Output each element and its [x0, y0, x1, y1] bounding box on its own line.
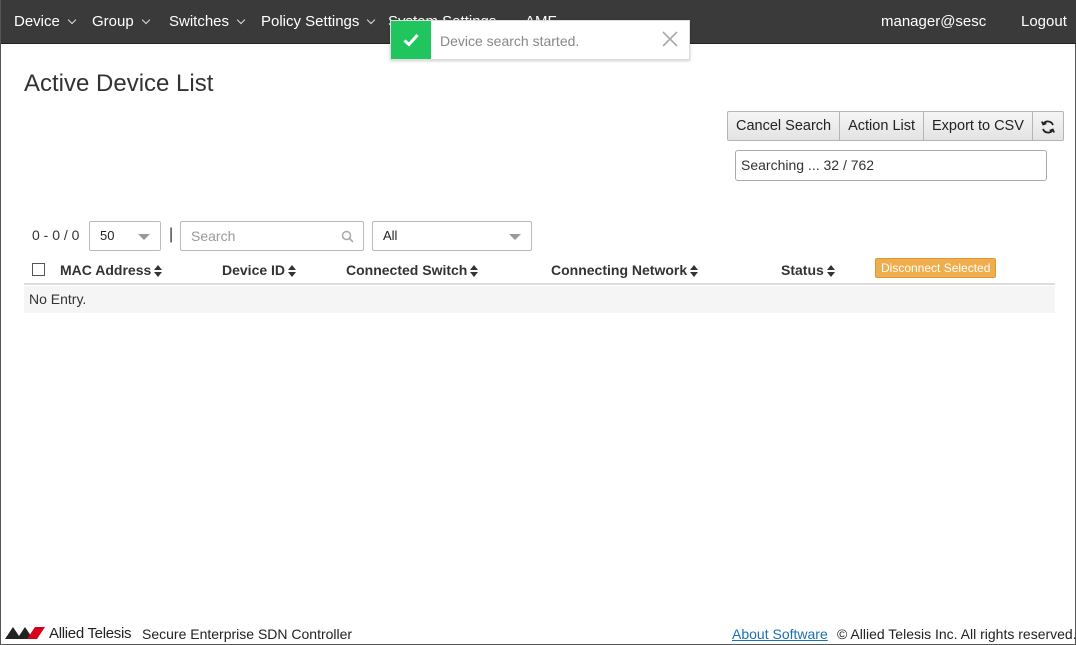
- copyright-text: © Allied Telesis Inc. All rights reserve…: [837, 626, 1076, 642]
- column-device-id[interactable]: Device ID: [222, 262, 297, 278]
- status-filter-select[interactable]: All: [372, 221, 532, 251]
- search-progress: Searching ... 32 / 762: [735, 150, 1047, 181]
- nav-policy-settings[interactable]: Policy Settings: [261, 0, 376, 44]
- column-status[interactable]: Status: [781, 262, 835, 278]
- chevron-down-icon: [367, 15, 376, 25]
- toast-message: Device search started.: [440, 33, 580, 49]
- product-name: Secure Enterprise SDN Controller: [142, 626, 353, 642]
- sort-icon: [288, 265, 297, 277]
- nav-group[interactable]: Group: [92, 0, 150, 44]
- close-icon[interactable]: [661, 30, 679, 48]
- nav-user[interactable]: manager@sesc: [881, 0, 986, 44]
- select-all-checkbox[interactable]: [32, 263, 45, 276]
- column-connecting-network[interactable]: Connecting Network: [551, 262, 699, 278]
- toolbar: Cancel Search Action List Export to CSV: [727, 111, 1064, 141]
- table-header: MAC Address Device ID Connected Switch C…: [24, 255, 1055, 285]
- table-empty-row: No Entry.: [24, 286, 1055, 313]
- export-csv-button[interactable]: Export to CSV: [924, 111, 1033, 141]
- page-title: Active Device List: [24, 70, 214, 97]
- allied-telesis-logo-icon: [5, 627, 45, 639]
- pagination-range: 0 - 0 / 0: [32, 227, 80, 243]
- sort-icon: [690, 265, 699, 277]
- caret-down-icon: [138, 234, 150, 240]
- chevron-down-icon: [236, 15, 246, 25]
- refresh-icon: [1040, 120, 1055, 134]
- brand-name: Allied Telesis: [49, 624, 132, 642]
- action-list-button[interactable]: Action List: [840, 111, 925, 141]
- column-mac-address[interactable]: MAC Address: [60, 262, 163, 278]
- chevron-down-icon: [141, 15, 150, 25]
- disconnect-selected-button[interactable]: Disconnect Selected: [875, 258, 997, 278]
- toast-notification: Device search started.: [390, 20, 690, 60]
- logout-link[interactable]: Logout: [1021, 0, 1067, 44]
- brand-logo: Allied Telesis: [5, 624, 132, 642]
- caret-down-icon: [509, 234, 521, 240]
- about-software-link[interactable]: About Software: [732, 626, 828, 642]
- cancel-search-button[interactable]: Cancel Search: [727, 111, 841, 141]
- search-icon: [341, 230, 354, 243]
- check-icon: [403, 33, 419, 47]
- filter-separator: |: [169, 226, 174, 243]
- sort-icon: [154, 265, 163, 277]
- chevron-down-icon: [67, 15, 77, 25]
- search-input[interactable]: Search: [180, 221, 364, 251]
- column-connected-switch[interactable]: Connected Switch: [346, 262, 479, 278]
- refresh-button[interactable]: [1032, 111, 1064, 141]
- sort-icon: [826, 265, 835, 277]
- page-size-select[interactable]: 50: [89, 221, 161, 251]
- nav-device[interactable]: Device: [14, 0, 77, 44]
- sort-icon: [470, 265, 479, 277]
- nav-switches[interactable]: Switches: [169, 0, 246, 44]
